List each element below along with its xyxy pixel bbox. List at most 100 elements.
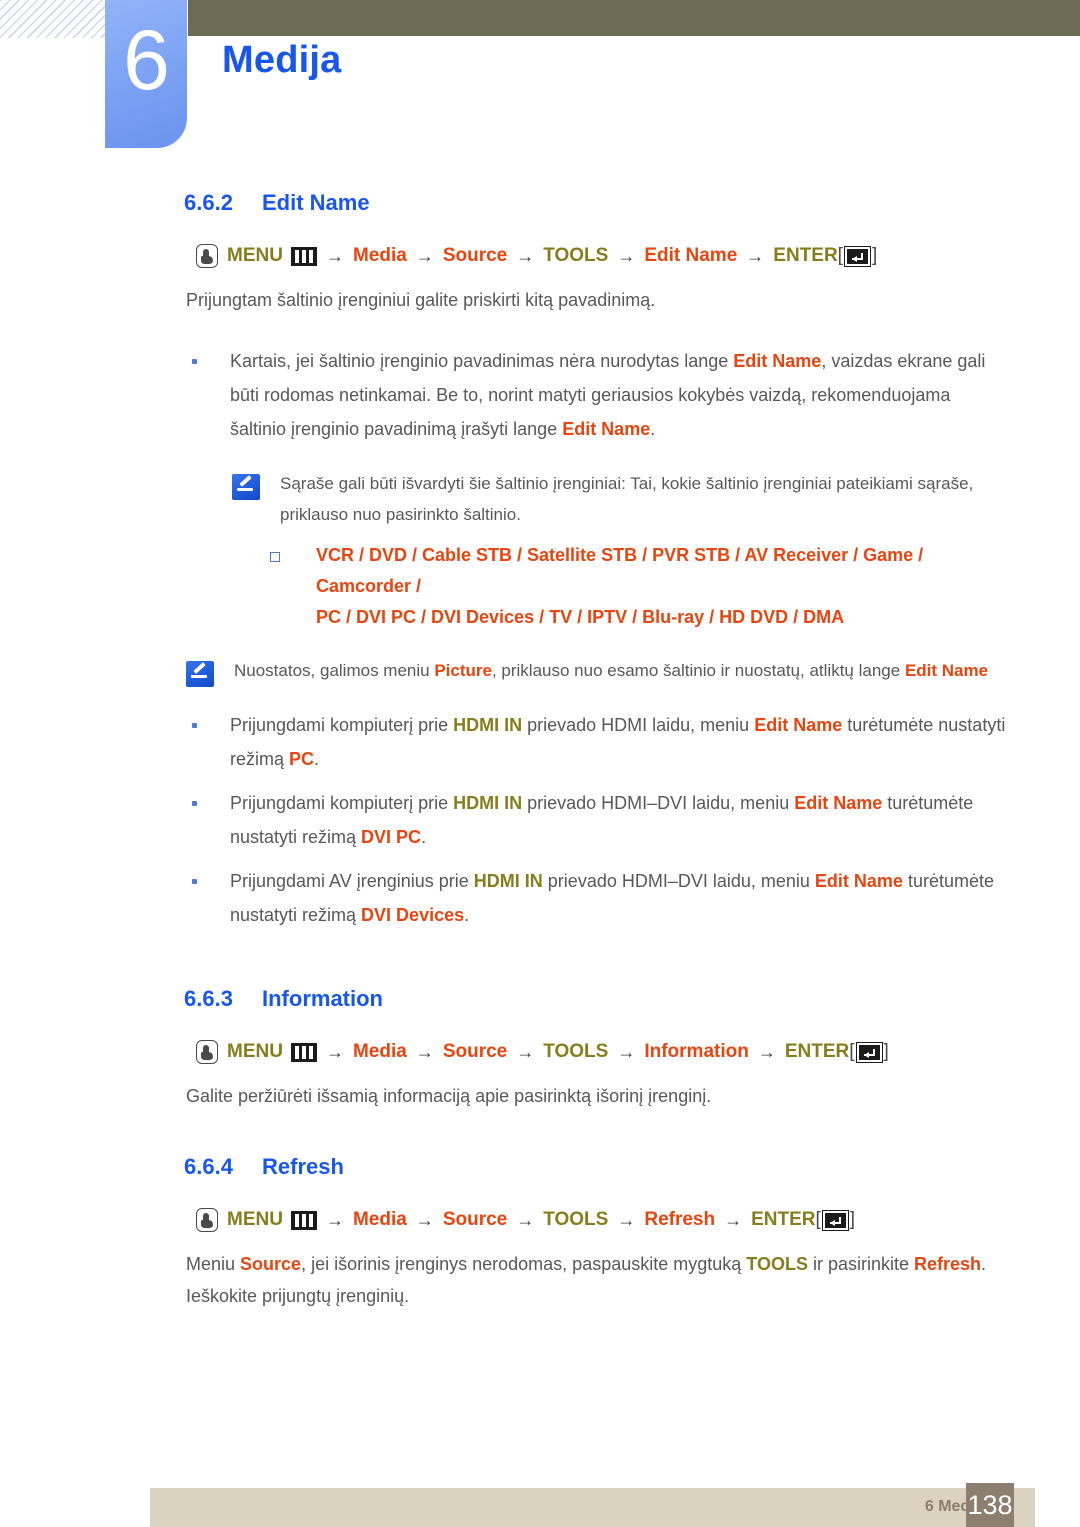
highlight-edit-name: Edit Name — [562, 419, 651, 439]
menu-bars-icon — [290, 1210, 317, 1230]
arrow-icon: → — [516, 246, 535, 266]
arrow-icon: → — [415, 246, 434, 266]
hand-pointer-icon — [196, 1208, 218, 1232]
path-item-information: Information — [644, 1041, 749, 1062]
path-item-source: Source — [442, 1041, 508, 1062]
section-title: Refresh — [262, 1154, 344, 1179]
arrow-icon: → — [724, 1210, 743, 1230]
section-title: Information — [262, 986, 383, 1011]
bullet-text: prievado HDMI–DVI laidu, meniu — [542, 871, 815, 891]
bracket-close: ] — [883, 1041, 889, 1062]
paragraph-refresh-intro: Meniu Source, jei išorinis įrenginys ner… — [186, 1248, 1010, 1312]
hand-pointer-icon — [196, 1040, 218, 1064]
highlight-source: Source — [240, 1254, 302, 1274]
arrow-icon: → — [325, 1210, 344, 1230]
bracket-open: [ — [849, 1041, 855, 1062]
arrow-icon: → — [757, 1042, 776, 1062]
highlight-dvi-devices: DVI Devices — [361, 905, 465, 925]
note-pencil-icon — [186, 661, 214, 687]
enter-label: ENTER — [773, 245, 838, 266]
note-source-list: Sąraše gali būti išvardyti šie šaltinio … — [232, 468, 1006, 530]
arrow-icon: → — [516, 1210, 535, 1230]
note-text: Sąraše gali būti išvardyti šie šaltinio … — [280, 474, 974, 524]
arrow-icon: → — [617, 1210, 636, 1230]
menu-path-edit-name: MENU → Media → Source → TOOLS → Edit Nam… — [196, 242, 1080, 270]
paragraph-text: Meniu — [186, 1254, 241, 1274]
enter-key-icon — [821, 1209, 849, 1231]
footer-page-box: 138 — [966, 1483, 1014, 1527]
bullet-edit-name-note: Kartais, jei šaltinio įrenginio pavadini… — [186, 344, 1008, 446]
menu-bars-icon — [290, 246, 317, 266]
arrow-icon: → — [325, 246, 344, 266]
arrow-icon: → — [617, 1042, 636, 1062]
highlight-picture: Picture — [434, 661, 492, 680]
note-text: , priklauso nuo esamo šaltinio ir nuosta… — [491, 661, 905, 680]
arrow-icon: → — [325, 1042, 344, 1062]
highlight-hdmi-in: HDMI IN — [453, 715, 523, 735]
note-pencil-icon — [232, 474, 260, 500]
enter-key-icon — [855, 1041, 883, 1063]
bullet-text: . — [650, 419, 656, 439]
bullet-text: Kartais, jei šaltinio įrenginio pavadini… — [230, 351, 734, 371]
note-picture-settings: Nuostatos, galimos meniu Picture, prikla… — [186, 655, 1006, 687]
device-list-line-2: PC / DVI PC / DVI Devices / TV / IPTV / … — [316, 607, 845, 627]
section-number: 6.6.4 — [184, 1154, 233, 1179]
bullet-text: prievado HDMI–DVI laidu, meniu — [522, 793, 795, 813]
enter-key-icon — [843, 245, 871, 267]
bullet-text: . — [464, 905, 470, 925]
bullet-text: prievado HDMI laidu, meniu — [522, 715, 755, 735]
section-heading-edit-name: 6.6.2 Edit Name — [184, 190, 1080, 216]
highlight-edit-name: Edit Name — [794, 793, 883, 813]
footer-bar — [150, 1488, 1035, 1527]
paragraph-text: ir pasirinkite — [807, 1254, 914, 1274]
enter-label: ENTER — [751, 1209, 816, 1230]
bullet-hdmi-pc: Prijungdami kompiuterį prie HDMI IN prie… — [186, 708, 1008, 776]
hatch-decoration — [0, 0, 108, 38]
bullet-hdmi-dvi-devices: Prijungdami AV įrenginius prie HDMI IN p… — [186, 864, 1008, 932]
hand-pointer-icon — [196, 244, 218, 268]
highlight-edit-name: Edit Name — [814, 871, 903, 891]
bullet-text: Prijungdami kompiuterį prie — [230, 793, 454, 813]
chapter-tab: 6 — [105, 0, 187, 148]
enter-label: ENTER — [784, 1041, 850, 1062]
device-list-item: VCR / DVD / Cable STB / Satellite STB / … — [268, 540, 1004, 633]
paragraph-text: , jei išorinis įrenginys nerodomas, pasp… — [301, 1254, 747, 1274]
menu-label: MENU — [227, 1209, 283, 1230]
section-number: 6.6.3 — [184, 986, 233, 1011]
path-item-media: Media — [352, 245, 407, 266]
section-heading-information: 6.6.3 Information — [184, 986, 1080, 1012]
chapter-number: 6 — [123, 13, 170, 107]
bracket-close: ] — [849, 1209, 856, 1230]
bullet-text: . — [314, 749, 320, 769]
path-item-tools: TOOLS — [543, 1209, 609, 1230]
arrow-icon: → — [516, 1042, 535, 1062]
note-text: Nuostatos, galimos meniu — [234, 661, 435, 680]
page-number: 138 — [967, 1490, 1013, 1520]
path-item-edit-name: Edit Name — [644, 245, 738, 266]
section-number: 6.6.2 — [184, 190, 233, 215]
menu-label: MENU — [227, 245, 283, 266]
page-content: 6.6.2 Edit Name MENU → Media → Source → … — [0, 190, 1080, 1328]
section-heading-refresh: 6.6.4 Refresh — [184, 1154, 1080, 1180]
bracket-open: [ — [837, 245, 843, 266]
paragraph-information-intro: Galite peržiūrėti išsamią informaciją ap… — [186, 1086, 712, 1106]
arrow-icon: → — [746, 246, 765, 266]
bullet-text: . — [421, 827, 427, 847]
device-list-line-1: VCR / DVD / Cable STB / Satellite STB / … — [316, 545, 924, 596]
highlight-tools: TOOLS — [746, 1254, 808, 1274]
bullet-text: Prijungdami kompiuterį prie — [230, 715, 454, 735]
path-item-source: Source — [442, 1209, 508, 1230]
document-page: 6 Medija 6.6.2 Edit Name MENU → Media → … — [0, 0, 1080, 1527]
highlight-hdmi-in: HDMI IN — [453, 793, 523, 813]
menu-path-refresh: MENU → Media → Source → TOOLS → Refresh … — [196, 1206, 1080, 1234]
bracket-close: ] — [871, 245, 878, 266]
highlight-hdmi-in: HDMI IN — [473, 871, 543, 891]
bullet-text: Prijungdami AV įrenginius prie — [230, 871, 474, 891]
arrow-icon: → — [415, 1210, 434, 1230]
path-item-media: Media — [352, 1209, 407, 1230]
path-item-media: Media — [352, 1041, 407, 1062]
path-item-tools: TOOLS — [543, 245, 609, 266]
highlight-edit-name: Edit Name — [904, 661, 989, 680]
menu-bars-icon — [290, 1042, 317, 1062]
highlight-pc: PC — [289, 749, 315, 769]
